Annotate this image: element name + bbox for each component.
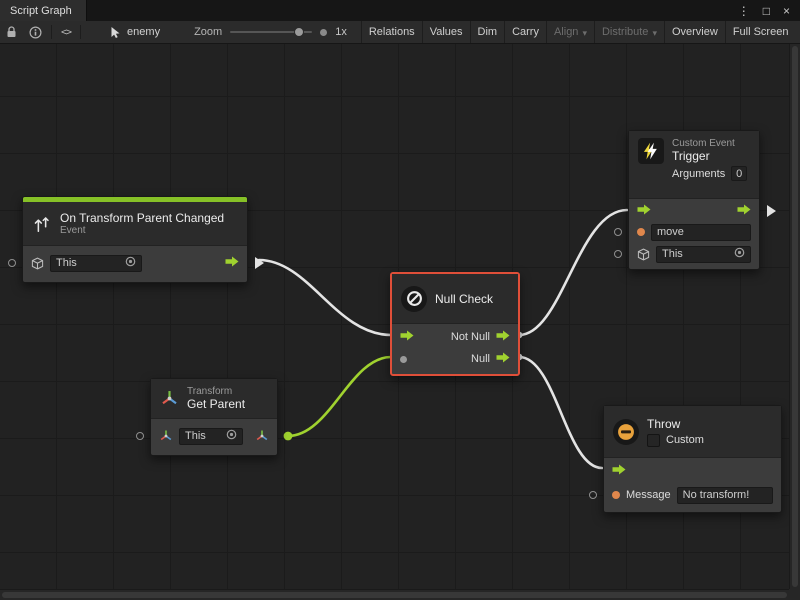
chevron-down-icon: ▾ — [652, 28, 657, 39]
vertical-scrollbar[interactable] — [789, 44, 800, 589]
node-title: Trigger — [672, 149, 747, 163]
target-icon — [125, 256, 136, 270]
string-value-dot — [637, 228, 645, 236]
custom-checkbox[interactable] — [647, 434, 660, 447]
node-title: Throw — [647, 417, 704, 431]
port-label-not-null: Not Null — [451, 331, 490, 343]
toolbar-button-dim[interactable]: Dim — [470, 21, 505, 43]
event-name-input[interactable]: move — [651, 224, 751, 241]
menu-icon[interactable]: ⋮ — [738, 4, 750, 18]
message-input[interactable]: No transform! — [677, 487, 773, 504]
info-icon[interactable] — [23, 21, 48, 43]
code-icon[interactable]: <> — [55, 21, 77, 43]
zoom-slider-handle[interactable] — [294, 27, 304, 37]
value-input-port[interactable] — [136, 432, 144, 440]
control-input-port[interactable] — [612, 464, 626, 478]
toolbar-button-carry[interactable]: Carry — [504, 21, 546, 43]
transform-axes-icon — [160, 389, 179, 408]
gameobject-cube-icon — [31, 257, 44, 270]
chevron-down-icon: ▾ — [582, 28, 587, 39]
value-input-port[interactable] — [8, 259, 16, 267]
wire-getparent-to-nullcheck — [288, 357, 391, 436]
control-output-connector[interactable] — [767, 205, 776, 217]
wire-null-to-throw — [519, 357, 602, 468]
lock-icon[interactable] — [0, 21, 23, 43]
transform-axes-icon — [159, 429, 173, 443]
node-null-check[interactable]: Null Check Not Null Null — [390, 272, 520, 376]
port-label-null: Null — [471, 353, 490, 365]
throw-icon — [613, 419, 639, 445]
toolbar-separator — [51, 25, 52, 39]
tab-strip: Script Graph ⋮ □ × — [0, 0, 800, 21]
control-output-port[interactable] — [737, 204, 751, 218]
tab-script-graph[interactable]: Script Graph — [0, 0, 87, 21]
value-input-port[interactable] — [589, 491, 597, 499]
node-category: Transform — [187, 386, 245, 397]
arguments-label: Arguments — [672, 168, 725, 180]
this-dropdown[interactable]: This — [179, 428, 243, 445]
horizontal-scrollbar-thumb[interactable] — [2, 592, 787, 598]
scrollbar-corner — [789, 589, 800, 600]
toolbar-button-values[interactable]: Values — [422, 21, 470, 43]
this-dropdown[interactable]: This — [656, 246, 751, 263]
value-input-port[interactable] — [614, 250, 622, 258]
target-icon — [734, 247, 745, 261]
graph-canvas[interactable]: On Transform Parent Changed Event This — [0, 44, 800, 600]
vertical-scrollbar-thumb[interactable] — [792, 46, 798, 587]
control-output-connector[interactable] — [255, 257, 264, 269]
close-icon[interactable]: × — [783, 4, 790, 18]
lightning-icon — [638, 138, 664, 164]
node-title: Null Check — [435, 292, 493, 306]
toolbar-button-relations[interactable]: Relations — [361, 21, 422, 43]
node-throw[interactable]: Throw Custom Message — [603, 405, 782, 513]
zoom-slider[interactable] — [230, 31, 312, 33]
toolbar-button-align[interactable]: Align▾ — [546, 21, 594, 43]
zoom-value: 1x — [335, 26, 347, 38]
this-dropdown[interactable]: This — [50, 255, 142, 272]
toolbar-button-fullscreen[interactable]: Full Screen — [725, 21, 796, 43]
graph-asset-icon — [110, 26, 122, 39]
node-subtitle: Event — [60, 225, 224, 236]
target-icon — [226, 429, 237, 443]
node-trigger-custom-event[interactable]: Custom Event Trigger Arguments 0 — [628, 130, 760, 270]
graph-toolbar: <> enemy Zoom 1x Relations Values Dim Ca… — [0, 21, 800, 44]
value-input-port[interactable] — [400, 356, 407, 363]
toolbar-button-distribute[interactable]: Distribute▾ — [594, 21, 664, 43]
node-title: On Transform Parent Changed — [60, 211, 224, 225]
horizontal-scrollbar[interactable] — [0, 589, 789, 600]
control-output-port[interactable] — [225, 256, 239, 270]
control-output-port[interactable] — [496, 352, 510, 366]
maximize-icon[interactable]: □ — [763, 4, 770, 18]
script-graph-window: Script Graph ⋮ □ × <> enemy Zoom 1x Rel — [0, 0, 800, 600]
control-output-port[interactable] — [496, 330, 510, 344]
control-input-port[interactable] — [637, 204, 651, 218]
node-title: Get Parent — [187, 397, 245, 411]
custom-checkbox-label: Custom — [666, 434, 704, 446]
wire-event-to-nullcheck — [259, 260, 391, 335]
wire-notnull-to-trigger — [519, 210, 627, 335]
arguments-count-field[interactable]: 0 — [731, 166, 747, 181]
value-input-port[interactable] — [614, 228, 622, 236]
control-input-port[interactable] — [400, 330, 414, 344]
transform-output-port[interactable] — [255, 429, 269, 443]
zoom-reset-dot[interactable] — [320, 29, 327, 36]
node-category: Custom Event — [672, 138, 747, 149]
transform-parent-changed-icon — [32, 214, 52, 234]
gameobject-cube-icon — [637, 248, 650, 261]
null-check-icon — [401, 286, 427, 312]
toolbar-button-overview[interactable]: Overview — [664, 21, 725, 43]
message-label: Message — [626, 489, 671, 501]
string-value-dot — [612, 491, 620, 499]
node-on-transform-parent-changed[interactable]: On Transform Parent Changed Event This — [22, 196, 248, 283]
toolbar-separator — [80, 25, 81, 39]
zoom-label: Zoom — [194, 26, 222, 38]
graph-asset-name: enemy — [110, 26, 160, 39]
node-get-parent[interactable]: Transform Get Parent This — [150, 378, 278, 456]
